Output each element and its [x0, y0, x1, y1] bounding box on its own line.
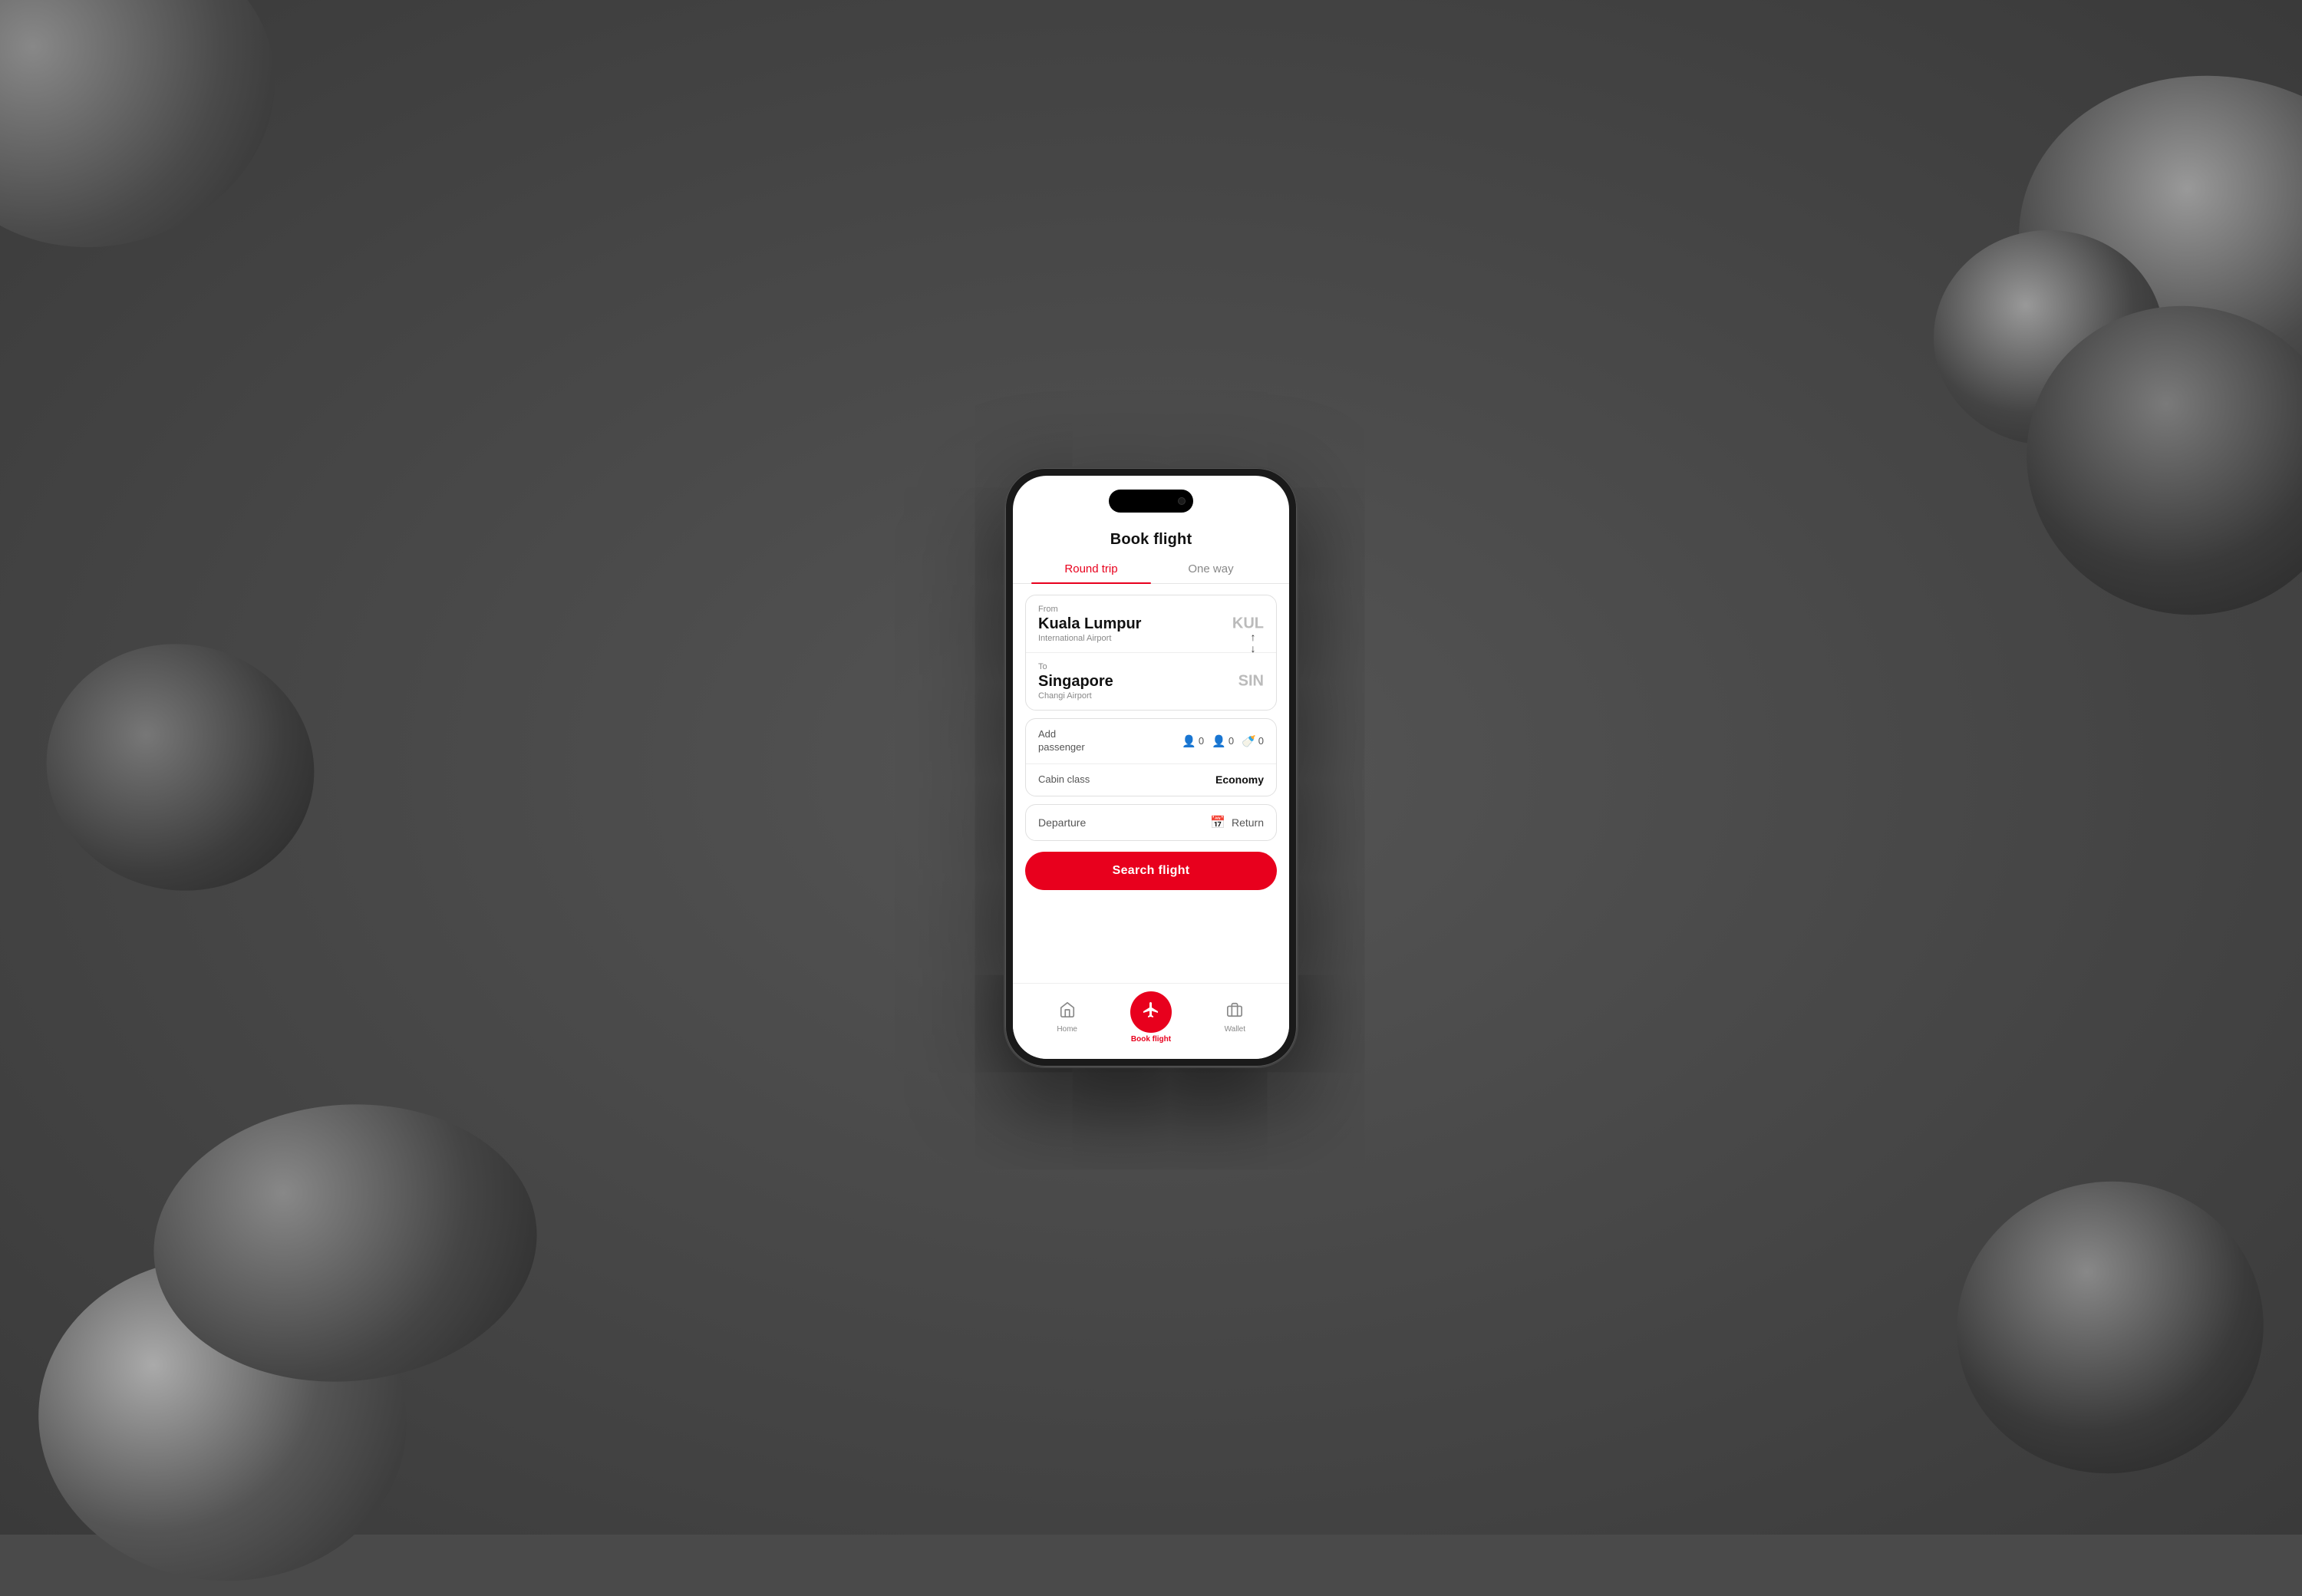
calendar-icon: 📅 [1210, 815, 1225, 830]
adult-count: 👤 0 [1182, 734, 1204, 748]
dynamic-island [1109, 490, 1193, 513]
to-code: SIN [1238, 673, 1264, 691]
from-label: From [1038, 605, 1264, 614]
swap-up-icon: ↑ [1251, 631, 1256, 642]
from-row[interactable]: From Kuala Lumpur International Airport … [1026, 595, 1276, 653]
home-label: Home [1057, 1025, 1077, 1034]
camera-dot [1178, 497, 1186, 505]
to-airport: Changi Airport [1038, 691, 1207, 701]
wallet-label: Wallet [1225, 1025, 1245, 1034]
cabin-label: Cabin class [1038, 773, 1215, 786]
child-count: 👤 0 [1212, 734, 1234, 748]
passengers-row[interactable]: Addpassenger 👤 0 👤 0 🍼 [1026, 719, 1276, 764]
infant-count: 🍼 0 [1242, 734, 1264, 748]
phone-screen: Book flight Round trip One way From Kual… [1013, 476, 1289, 1059]
date-card[interactable]: Departure 📅 Return [1025, 804, 1277, 841]
child-number: 0 [1229, 735, 1234, 747]
route-card[interactable]: From Kuala Lumpur International Airport … [1025, 595, 1277, 711]
plane-icon [1142, 1001, 1160, 1024]
passenger-counts: 👤 0 👤 0 🍼 0 [1182, 734, 1264, 748]
screen-content: Book flight Round trip One way From Kual… [1013, 476, 1289, 1059]
from-code: KUL [1232, 615, 1264, 633]
phone-device: Book flight Round trip One way From Kual… [1005, 468, 1297, 1067]
passengers-label: Addpassenger [1038, 728, 1182, 754]
tab-one-way[interactable]: One way [1151, 562, 1271, 583]
home-icon [1059, 1001, 1076, 1023]
return-label: Return [1232, 816, 1264, 829]
to-city: Singapore [1038, 673, 1207, 691]
cabin-value: Economy [1215, 773, 1264, 786]
infant-icon: 🍼 [1242, 734, 1256, 748]
departure-label: Departure [1038, 816, 1204, 829]
search-flight-button[interactable]: Search flight [1025, 852, 1277, 890]
page-title: Book flight [1013, 523, 1289, 549]
options-card[interactable]: Addpassenger 👤 0 👤 0 🍼 [1025, 718, 1277, 796]
to-row[interactable]: To Singapore Changi Airport SIN ↑ ↓ [1026, 653, 1276, 710]
wallet-icon [1226, 1001, 1243, 1023]
to-label: To [1038, 662, 1207, 671]
nav-home[interactable]: Home [1025, 1001, 1109, 1034]
tab-round-trip[interactable]: Round trip [1031, 562, 1151, 583]
adult-number: 0 [1199, 735, 1204, 747]
nav-wallet[interactable]: Wallet [1193, 1001, 1277, 1034]
book-flight-icon-wrap [1130, 991, 1172, 1033]
from-airport: International Airport [1038, 634, 1264, 643]
book-flight-label: Book flight [1131, 1035, 1171, 1044]
adult-icon: 👤 [1182, 734, 1196, 748]
child-icon: 👤 [1212, 734, 1226, 748]
tab-bar: Round trip One way [1013, 552, 1289, 584]
form-area: From Kuala Lumpur International Airport … [1013, 584, 1289, 983]
from-city: Kuala Lumpur [1038, 615, 1264, 633]
nav-book-flight[interactable]: Book flight [1109, 991, 1192, 1044]
infant-number: 0 [1258, 735, 1264, 747]
cabin-row[interactable]: Cabin class Economy [1026, 764, 1276, 796]
swap-button[interactable]: ↑ ↓ [1242, 631, 1264, 653]
swap-down-icon: ↓ [1251, 643, 1256, 654]
bottom-nav: Home Book flight [1013, 983, 1289, 1059]
